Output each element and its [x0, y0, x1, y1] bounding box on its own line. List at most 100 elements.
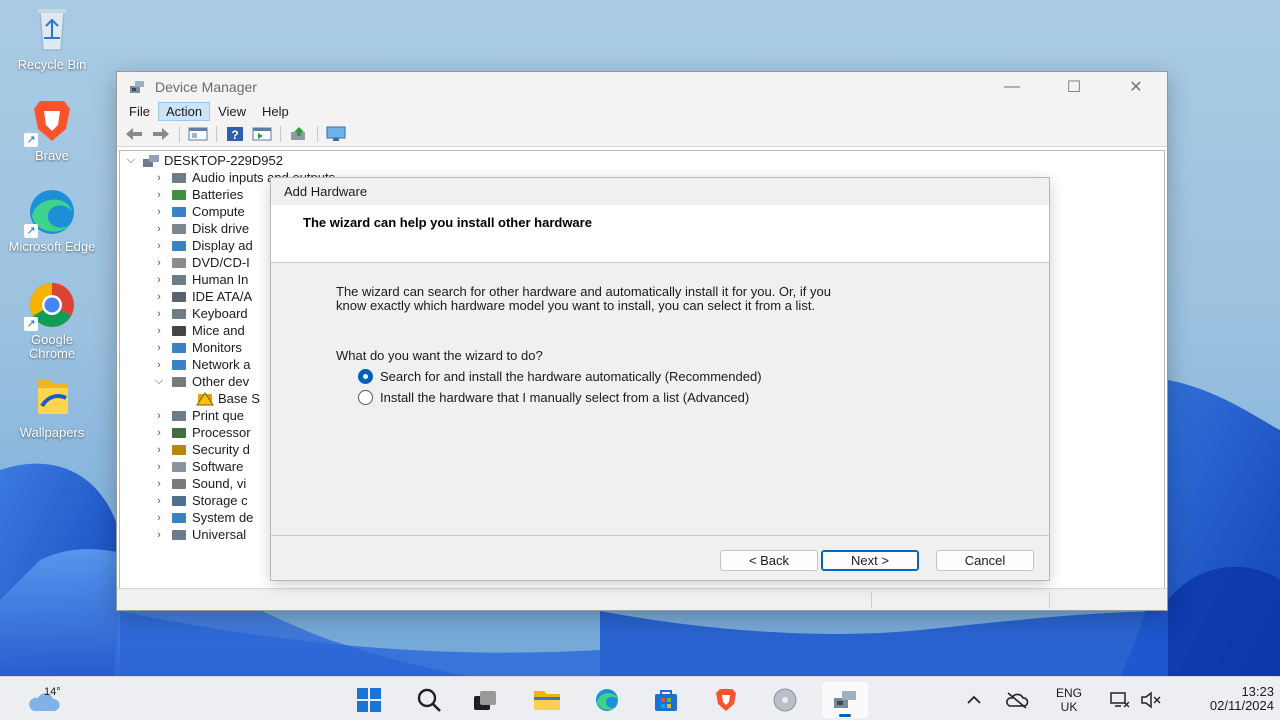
volume-button[interactable]	[1138, 685, 1164, 715]
tree-category[interactable]: › Mice and	[152, 322, 245, 339]
desktop-icon-recycle-bin[interactable]: Recycle Bin	[7, 4, 97, 72]
tree-category[interactable]: › System de	[152, 509, 253, 526]
start-button[interactable]	[354, 685, 384, 715]
tree-item-label: Batteries	[192, 187, 244, 202]
back-button[interactable]: < Back	[720, 550, 818, 571]
disc-app-button[interactable]	[770, 685, 800, 715]
monitor-icon[interactable]	[325, 124, 347, 144]
option-manual-label[interactable]: Install the hardware that I manually sel…	[380, 390, 749, 405]
clock-time: 13:23	[1241, 684, 1274, 699]
menu-help[interactable]: Help	[254, 102, 297, 121]
battery-icon	[172, 189, 186, 200]
help-icon[interactable]: ?	[224, 124, 246, 144]
tree-child-item[interactable]: Base S	[178, 390, 260, 407]
dialog-title[interactable]: Add Hardware	[271, 178, 1049, 205]
menu-view[interactable]: View	[210, 102, 254, 121]
keyboard-layout: UK	[1060, 700, 1078, 714]
option-auto[interactable]: Search for and install the hardware auto…	[358, 369, 762, 384]
window-titlebar[interactable]: Device Manager — ☐ ✕	[117, 72, 1167, 101]
tree-category[interactable]: › Batteries	[152, 186, 243, 203]
brave-taskbar-button[interactable]	[711, 685, 741, 715]
language-indicator[interactable]: ENG UK	[1046, 686, 1092, 714]
chevron-right-icon[interactable]: ›	[152, 529, 166, 541]
tree-category[interactable]: › Disk drive	[152, 220, 249, 237]
tree-category[interactable]: › Monitors	[152, 339, 242, 356]
search-button[interactable]	[414, 685, 444, 715]
tree-category[interactable]: › Network a	[152, 356, 250, 373]
tree-category[interactable]: › Universal	[152, 526, 246, 543]
tree-category[interactable]: › Print que	[152, 407, 244, 424]
chevron-right-icon[interactable]: ›	[152, 274, 166, 286]
storage-controller-icon	[172, 495, 186, 506]
option-manual[interactable]: Install the hardware that I manually sel…	[358, 390, 749, 405]
desktop-icon-wallpapers[interactable]: Wallpapers	[7, 372, 97, 440]
network-adapter-icon	[172, 359, 186, 370]
forward-arrow-icon[interactable]	[150, 124, 172, 144]
network-button[interactable]	[1106, 685, 1134, 715]
tree-category[interactable]: › Compute	[152, 203, 245, 220]
tree-category[interactable]: › DVD/CD-I	[152, 254, 250, 271]
chevron-right-icon[interactable]: ›	[152, 257, 166, 269]
clock[interactable]: 13:23 02/11/2024	[1180, 685, 1274, 713]
chevron-down-icon[interactable]: ⌵	[124, 154, 138, 167]
chevron-right-icon[interactable]: ›	[152, 325, 166, 337]
chevron-right-icon[interactable]: ›	[152, 478, 166, 490]
menu-file[interactable]: File	[121, 102, 158, 121]
chevron-right-icon[interactable]: ›	[152, 512, 166, 524]
chevron-right-icon[interactable]: ›	[152, 495, 166, 507]
weather-widget[interactable]: 14°	[26, 685, 66, 715]
update-driver-icon[interactable]	[288, 124, 310, 144]
close-button[interactable]: ✕	[1105, 72, 1167, 101]
chevron-right-icon[interactable]: ›	[152, 410, 166, 422]
chevron-right-icon[interactable]: ›	[152, 291, 166, 303]
chevron-right-icon[interactable]: ›	[152, 461, 166, 473]
properties-icon[interactable]	[187, 124, 209, 144]
chevron-right-icon[interactable]: ›	[152, 223, 166, 235]
onedrive-button[interactable]	[1002, 685, 1032, 715]
desktop-icon-edge[interactable]: ↗ Microsoft Edge	[7, 186, 97, 254]
chevron-right-icon[interactable]: ›	[152, 308, 166, 320]
tree-item-label: Processor	[192, 425, 251, 440]
chevron-right-icon[interactable]: ›	[152, 342, 166, 354]
chevron-down-icon[interactable]: ⌵	[152, 375, 166, 388]
chevron-right-icon[interactable]: ›	[152, 172, 166, 184]
desktop-icon-brave[interactable]: ↗ Brave	[7, 95, 97, 163]
chevron-right-icon[interactable]: ›	[152, 189, 166, 201]
radio-button[interactable]	[358, 390, 373, 405]
desktop-icon-chrome[interactable]: ↗ Google Chrome	[7, 279, 97, 361]
chevron-right-icon[interactable]: ›	[152, 427, 166, 439]
desktop-icon-label: Brave	[35, 148, 69, 163]
next-button[interactable]: Next >	[821, 550, 919, 571]
chevron-right-icon[interactable]: ›	[152, 359, 166, 371]
store-button[interactable]	[651, 685, 681, 715]
minimize-button[interactable]: —	[981, 72, 1043, 101]
show-hidden-icons-button[interactable]	[960, 685, 988, 715]
tree-category[interactable]: › Processor	[152, 424, 251, 441]
device-manager-taskbar-button[interactable]	[822, 682, 868, 718]
file-explorer-button[interactable]	[532, 685, 562, 715]
tree-category[interactable]: ⌵ Other dev	[152, 373, 249, 390]
tree-category[interactable]: › Keyboard	[152, 305, 248, 322]
back-arrow-icon[interactable]	[123, 124, 145, 144]
chevron-right-icon[interactable]: ›	[152, 240, 166, 252]
chevron-right-icon[interactable]: ›	[152, 444, 166, 456]
tree-category[interactable]: › Software	[152, 458, 243, 475]
maximize-button[interactable]: ☐	[1043, 72, 1105, 101]
view-icon[interactable]	[251, 124, 273, 144]
menu-action[interactable]: Action	[157, 102, 211, 121]
tree-category[interactable]: › Display ad	[152, 237, 253, 254]
task-view-button[interactable]	[470, 685, 500, 715]
tree-category[interactable]: › IDE ATA/A	[152, 288, 252, 305]
store-icon	[655, 690, 677, 711]
tree-root[interactable]: ⌵ DESKTOP-229D952	[124, 152, 283, 169]
chevron-right-icon[interactable]: ›	[152, 206, 166, 218]
svg-text:?: ?	[231, 128, 238, 142]
edge-taskbar-button[interactable]	[592, 685, 622, 715]
cancel-button[interactable]: Cancel	[936, 550, 1034, 571]
tree-category[interactable]: › Storage c	[152, 492, 248, 509]
radio-button-selected[interactable]	[358, 369, 373, 384]
tree-category[interactable]: › Security d	[152, 441, 250, 458]
option-auto-label[interactable]: Search for and install the hardware auto…	[380, 369, 762, 384]
tree-category[interactable]: › Sound, vi	[152, 475, 246, 492]
tree-category[interactable]: › Human In	[152, 271, 248, 288]
